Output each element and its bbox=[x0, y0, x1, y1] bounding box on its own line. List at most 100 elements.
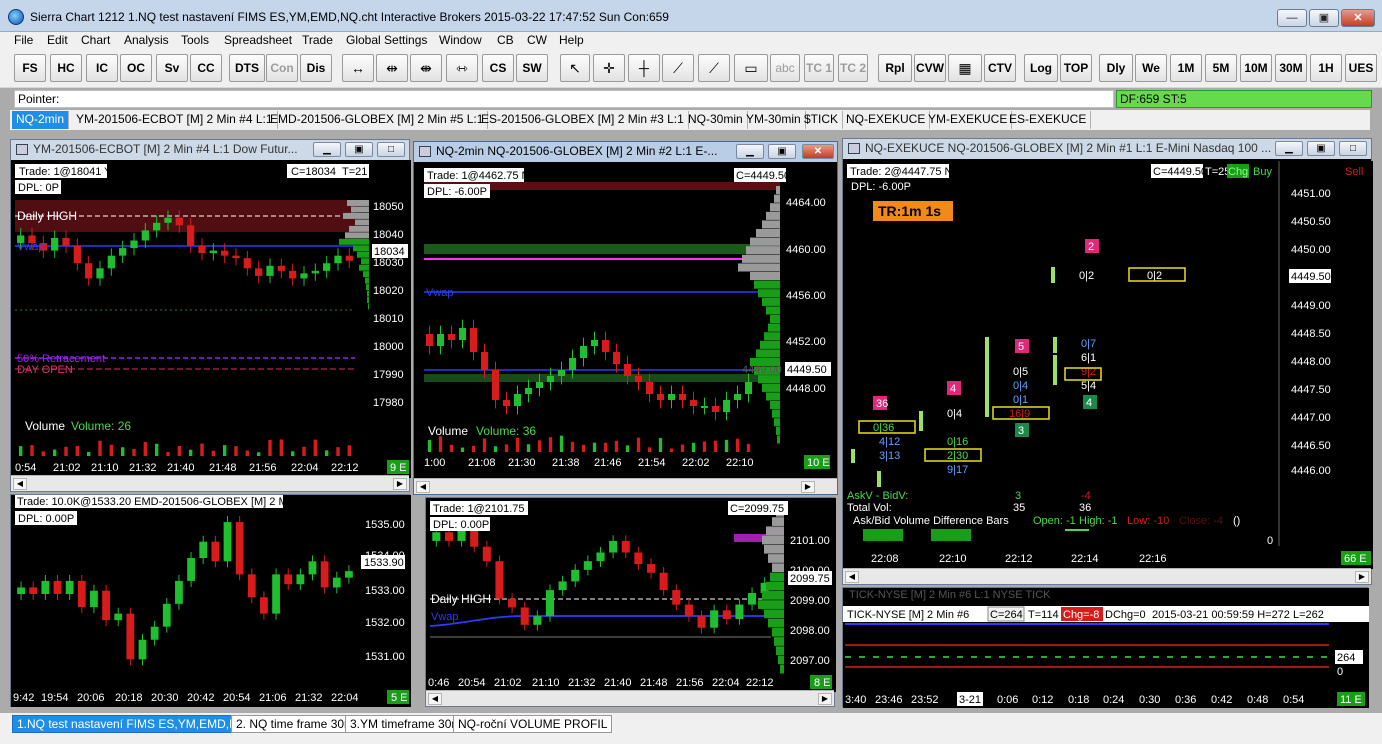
scroll-left-icon[interactable]: ◀ bbox=[428, 693, 442, 705]
scroll-left-icon[interactable]: ◀ bbox=[13, 478, 27, 490]
dts-button[interactable]: DTS bbox=[229, 54, 265, 82]
dis-button[interactable]: Dis bbox=[300, 54, 332, 82]
exec-chart[interactable]: Trade: 2@4447.75 NQ-201506-GLOBEX [M] 2 … bbox=[843, 161, 1373, 569]
fs-button[interactable]: FS bbox=[14, 54, 46, 82]
con-button[interactable]: Con bbox=[266, 54, 298, 82]
sheet-tab-3[interactable]: 3.YM timeframe 30m bbox=[345, 715, 467, 733]
close-button[interactable]: ✕ bbox=[1341, 9, 1375, 27]
tab-nq-2min[interactable]: NQ-2min bbox=[12, 111, 70, 129]
hline-tool-icon[interactable]: ↔ bbox=[342, 54, 374, 82]
menu-edit[interactable]: Edit bbox=[47, 33, 68, 47]
tab-es-exekuce[interactable]: ES-EXEKUCE bbox=[1005, 111, 1092, 129]
minimize-button[interactable]: — bbox=[1277, 9, 1307, 27]
line-tool-icon[interactable]: ⟋ bbox=[662, 54, 694, 82]
tab-tick[interactable]: $TICK bbox=[800, 111, 844, 129]
nq-exekuce-window[interactable]: NQ-EXEKUCE NQ-201506-GLOBEX [M] 2 Min #1… bbox=[842, 138, 1373, 585]
nq-minimize-button[interactable]: ▁ bbox=[736, 144, 764, 159]
exec-minimize-button[interactable]: ▁ bbox=[1275, 141, 1303, 156]
menu-analysis[interactable]: Analysis bbox=[124, 33, 169, 47]
sheet-tab-2[interactable]: 2. NQ time frame 30m bbox=[231, 715, 360, 733]
sw-button[interactable]: SW bbox=[516, 54, 548, 82]
ym-restore-button[interactable]: ▣ bbox=[345, 142, 373, 157]
compress-tool-icon[interactable]: ⇼ bbox=[410, 54, 442, 82]
tab-nq-30min[interactable]: NQ-30min bbox=[684, 111, 748, 129]
scroll-right-icon[interactable]: ▶ bbox=[393, 478, 407, 490]
menu-cw[interactable]: CW bbox=[527, 33, 547, 47]
5m-button[interactable]: 5M bbox=[1205, 54, 1237, 82]
nq-close-button[interactable]: ✕ bbox=[802, 144, 834, 159]
scroll-left-icon[interactable]: ◀ bbox=[845, 571, 859, 583]
ym-chart-window[interactable]: YM-201506-ECBOT [M] 2 Min #4 L:1 Dow Fut… bbox=[10, 139, 411, 492]
ym-chart[interactable]: Trade: 1@18041 YM-201506-ECBOT [M] 2 Min… bbox=[11, 160, 411, 478]
es-chart[interactable]: Trade: 1@2101.75 ES-201506-GLOBEX [M] 2 … bbox=[426, 498, 836, 692]
ctv-button[interactable]: CTV bbox=[984, 54, 1016, 82]
scroll-right-icon[interactable]: ▶ bbox=[818, 693, 832, 705]
grid-calendar-icon[interactable]: ▦ bbox=[948, 54, 982, 82]
cs-button[interactable]: CS bbox=[482, 54, 514, 82]
rpl-button[interactable]: Rpl bbox=[878, 54, 912, 82]
tab-ym-201506[interactable]: YM-201506-ECBOT [M] 2 Min #4 L:1 bbox=[72, 111, 278, 129]
scale-tool-icon[interactable]: ⇿ bbox=[446, 54, 478, 82]
text-tool-button[interactable]: abc bbox=[770, 54, 800, 82]
log-button[interactable]: Log bbox=[1024, 54, 1058, 82]
scroll-right-icon[interactable]: ▶ bbox=[801, 481, 815, 493]
exec-restore-button[interactable]: ▣ bbox=[1307, 141, 1335, 156]
menu-tools[interactable]: Tools bbox=[181, 33, 209, 47]
top-button[interactable]: TOP bbox=[1060, 54, 1092, 82]
cc-button[interactable]: CC bbox=[190, 54, 222, 82]
ym-minimize-button[interactable]: ▁ bbox=[313, 142, 341, 157]
crosshair-tool-icon[interactable]: ✛ bbox=[593, 54, 625, 82]
we-button[interactable]: We bbox=[1135, 54, 1167, 82]
sv-button[interactable]: Sv bbox=[156, 54, 188, 82]
tick-chart[interactable]: TICK-NYSE [M] 2 Min #6 L:1 NYSE TICK TIC… bbox=[843, 588, 1369, 708]
menu-help[interactable]: Help bbox=[559, 33, 584, 47]
exec-close-button[interactable]: □ bbox=[1339, 141, 1367, 156]
tc2-button[interactable]: TC 2 bbox=[838, 54, 868, 82]
scroll-right-icon[interactable]: ▶ bbox=[1355, 571, 1369, 583]
nq-horizontal-scrollbar[interactable]: ◀ ▶ bbox=[414, 478, 837, 494]
tab-nq-exekuce[interactable]: NQ-EXEKUCE bbox=[842, 111, 931, 129]
nq-restore-button[interactable]: ▣ bbox=[768, 144, 796, 159]
1m-button[interactable]: 1M bbox=[1170, 54, 1202, 82]
cursor-tool-icon[interactable]: ┼ bbox=[628, 54, 660, 82]
tab-emd-201506[interactable]: EMD-201506-GLOBEX [M] 2 Min #5 L:1 bbox=[266, 111, 489, 129]
hc-button[interactable]: HC bbox=[50, 54, 82, 82]
tick-nyse-window[interactable]: TICK-NYSE [M] 2 Min #6 L:1 NYSE TICK TIC… bbox=[842, 587, 1369, 708]
oc-button[interactable]: OC bbox=[120, 54, 152, 82]
sheet-tab-4[interactable]: NQ-roční VOLUME PROFIL bbox=[453, 715, 613, 733]
es-horizontal-scrollbar[interactable]: ◀ ▶ bbox=[426, 690, 834, 706]
ray-tool-icon[interactable]: ⟋ bbox=[698, 54, 730, 82]
ic-button[interactable]: IC bbox=[86, 54, 118, 82]
emd-chart[interactable]: Trade: 10.0K@1533.20 EMD-201506-GLOBEX [… bbox=[11, 495, 411, 707]
tab-es-201506[interactable]: ES-201506-GLOBEX [M] 2 Min #3 L:1 bbox=[477, 111, 689, 129]
dly-button[interactable]: Dly bbox=[1099, 54, 1133, 82]
10m-button[interactable]: 10M bbox=[1240, 54, 1272, 82]
emd-chart-window[interactable]: Trade: 10.0K@1533.20 EMD-201506-GLOBEX [… bbox=[10, 494, 411, 707]
ym-close-button[interactable]: □ bbox=[377, 142, 405, 157]
tc1-button[interactable]: TC 1 bbox=[804, 54, 834, 82]
cvw-button[interactable]: CVW bbox=[914, 54, 946, 82]
menu-file[interactable]: File bbox=[14, 33, 33, 47]
menu-chart[interactable]: Chart bbox=[81, 33, 110, 47]
expand-tool-icon[interactable]: ⇹ bbox=[376, 54, 408, 82]
30m-button[interactable]: 30M bbox=[1275, 54, 1307, 82]
ym-horizontal-scrollbar[interactable]: ◀ ▶ bbox=[11, 475, 409, 491]
tab-ym-exekuce[interactable]: YM-EXEKUCE bbox=[924, 111, 1013, 129]
menu-trade[interactable]: Trade bbox=[302, 33, 333, 47]
tab-ym-30min[interactable]: YM-30min bbox=[742, 111, 806, 129]
ues-button[interactable]: UES bbox=[1345, 54, 1377, 82]
menu-window[interactable]: Window bbox=[439, 33, 482, 47]
nq-chart-window[interactable]: NQ-2min NQ-201506-GLOBEX [M] 2 Min #2 L:… bbox=[413, 141, 838, 495]
sheet-tab-1[interactable]: 1.NQ test nastavení FIMS ES,YM,EMD,NQ bbox=[12, 715, 253, 733]
nq-chart[interactable]: Trade: 1@4462.75 NQ-201506-GLOBEX [M] 2 … bbox=[420, 164, 833, 476]
maximize-button[interactable]: ▣ bbox=[1309, 9, 1339, 27]
1h-button[interactable]: 1H bbox=[1310, 54, 1342, 82]
scroll-left-icon[interactable]: ◀ bbox=[416, 481, 430, 493]
exec-horizontal-scrollbar[interactable]: ◀ ▶ bbox=[843, 568, 1371, 584]
menu-cb[interactable]: CB bbox=[497, 33, 514, 47]
es-chart-window[interactable]: Trade: 1@2101.75 ES-201506-GLOBEX [M] 2 … bbox=[425, 497, 836, 707]
rectangle-tool-icon[interactable]: ▭ bbox=[734, 54, 768, 82]
pointer-tool-icon[interactable]: ↖ bbox=[560, 54, 590, 82]
menu-global-settings[interactable]: Global Settings bbox=[346, 33, 427, 47]
menu-spreadsheet[interactable]: Spreadsheet bbox=[224, 33, 292, 47]
